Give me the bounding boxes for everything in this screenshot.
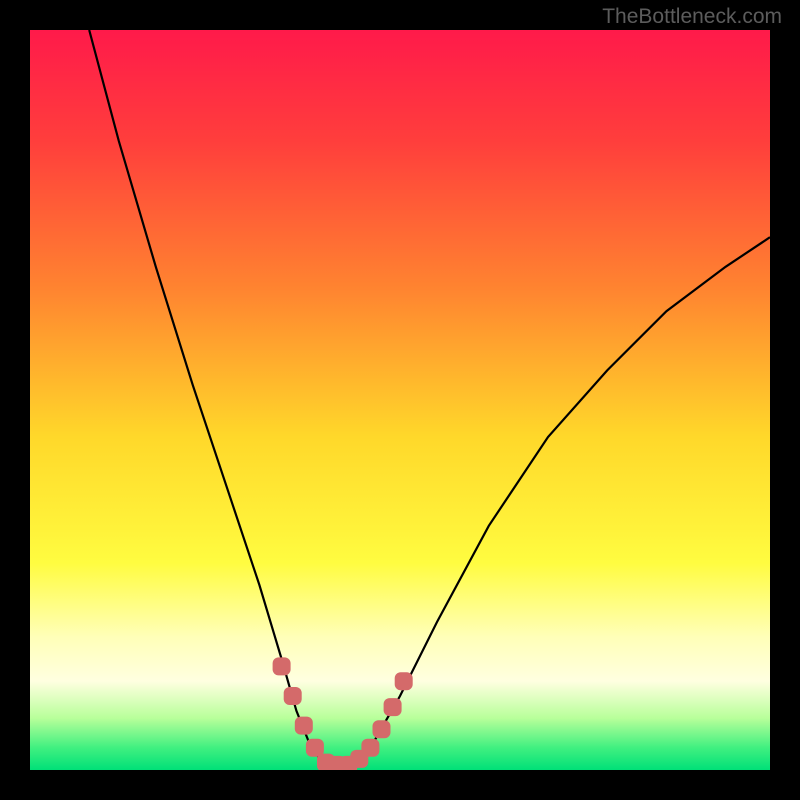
chart-svg [30, 30, 770, 770]
marker-point [284, 687, 302, 705]
marker-point [373, 720, 391, 738]
marker-point [384, 698, 402, 716]
chart-container: TheBottleneck.com [0, 0, 800, 800]
plot-area [30, 30, 770, 770]
marker-point [361, 739, 379, 757]
marker-point [273, 657, 291, 675]
gradient-background [30, 30, 770, 770]
marker-point [395, 672, 413, 690]
watermark-label: TheBottleneck.com [602, 5, 782, 29]
marker-point [295, 717, 313, 735]
